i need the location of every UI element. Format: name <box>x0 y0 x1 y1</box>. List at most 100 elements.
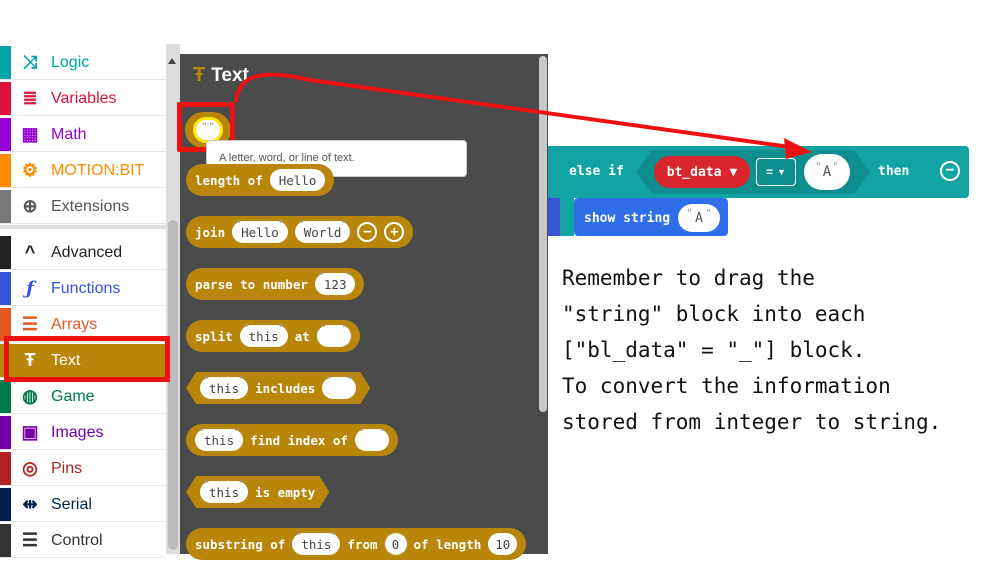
category-logic[interactable]: ⤨ Logic <box>0 46 166 80</box>
remove-input-icon[interactable]: − <box>357 222 378 242</box>
category-functions[interactable]: ƒ Functions <box>0 272 166 306</box>
substring-block[interactable]: substring of " this " from 0 of length 10 <box>186 528 527 560</box>
text-slot[interactable]: " this " <box>239 322 288 347</box>
category-color-bar <box>0 154 11 187</box>
category-label: Variables <box>51 89 117 107</box>
image-icon: ▣ <box>21 422 39 442</box>
length-of-block[interactable]: length of Hello <box>186 164 335 196</box>
block-label: includes <box>255 380 316 396</box>
usb-icon: ⇹ <box>22 494 38 514</box>
category-color-bar <box>0 82 11 115</box>
block-label: join <box>195 224 226 240</box>
block-label: of length <box>413 536 482 552</box>
text-slot[interactable]: " " <box>322 377 356 399</box>
block-label: is empty <box>255 484 316 500</box>
operator-dropdown[interactable]: = ▼ <box>756 158 796 186</box>
sidebar-divider <box>0 225 166 229</box>
calculator-icon: ▦ <box>21 124 39 144</box>
category-motionbit[interactable]: ⚙ MOTION:BIT <box>0 154 166 188</box>
category-label: Math <box>51 125 87 143</box>
block-label: split <box>195 328 233 344</box>
note-line: ["bl_data" = "_"] block. <box>562 338 866 362</box>
category-label: MOTION:BIT <box>51 161 145 179</box>
note-line: To convert the information <box>562 374 891 398</box>
is-empty-block[interactable]: " this " is empty <box>186 476 329 508</box>
operator-label: = <box>766 165 774 179</box>
category-advanced[interactable]: ^ Advanced <box>0 236 166 270</box>
number-slot[interactable]: 10 <box>488 533 518 555</box>
category-color-bar <box>0 190 11 223</box>
text-slot[interactable]: " this " <box>200 377 248 399</box>
category-label: Serial <box>51 495 92 513</box>
category-label: Game <box>51 387 95 405</box>
category-math[interactable]: ▦ Math <box>0 118 166 152</box>
category-color-bar <box>0 488 11 521</box>
parse-to-number-block[interactable]: parse to number " 123 " <box>186 268 365 300</box>
category-label: Logic <box>51 53 90 71</box>
category-label: Advanced <box>51 243 123 261</box>
category-color-bar <box>0 524 11 557</box>
category-control[interactable]: ☰ Control <box>0 524 166 558</box>
category-label: Control <box>51 531 103 549</box>
text-slot[interactable]: " " <box>316 322 351 347</box>
text-slot[interactable]: Hello <box>269 169 326 191</box>
remove-branch-icon[interactable]: − <box>940 161 960 181</box>
then-label: then <box>878 164 910 179</box>
server-icon: ☰ <box>21 530 39 550</box>
text-slot[interactable]: " World " <box>294 218 351 243</box>
gamepad-icon: ◍ <box>22 386 38 406</box>
category-label: Extensions <box>51 197 130 215</box>
text-category-highlight-box <box>4 336 170 382</box>
shuffle-icon: ⤨ <box>22 52 38 72</box>
category-serial[interactable]: ⇹ Serial <box>0 488 166 522</box>
chevron-up-icon: ^ <box>24 242 36 262</box>
note-line: stored from integer to string. <box>562 410 942 434</box>
show-string-label: show string <box>584 211 671 226</box>
show-string-value-slot[interactable]: " A " <box>678 204 720 232</box>
block-label: from <box>347 536 378 552</box>
category-color-bar <box>0 46 11 79</box>
block-label: substring of <box>195 536 286 552</box>
text-slot[interactable]: " this " <box>200 481 248 503</box>
scroll-up-arrow-icon[interactable] <box>168 58 176 64</box>
category-color-bar <box>0 416 11 449</box>
text-slot[interactable]: " this " <box>292 530 341 555</box>
find-index-block[interactable]: " this " find index of " " <box>186 424 398 456</box>
category-game[interactable]: ◍ Game <box>0 380 166 414</box>
text-slot[interactable]: " this " <box>195 426 244 451</box>
number-slot[interactable]: 0 <box>384 533 407 555</box>
note-line: Remember to drag the <box>562 266 815 290</box>
text-slot[interactable]: " 123 " <box>314 270 356 295</box>
category-color-bar <box>0 380 11 413</box>
flyout-scrollbar[interactable] <box>539 56 547 412</box>
category-label: Arrays <box>51 315 98 333</box>
block-label: parse to number <box>195 276 308 292</box>
add-input-icon[interactable]: + <box>384 222 405 242</box>
flyout-title: Ŧ Text <box>193 64 249 87</box>
category-color-bar <box>0 272 11 305</box>
instruction-note: Remember to drag the "string" block into… <box>562 260 992 440</box>
category-pins[interactable]: ◎ Pins <box>0 452 166 486</box>
category-images[interactable]: ▣ Images <box>0 416 166 450</box>
text-icon: Ŧ <box>193 64 206 86</box>
category-color-bar <box>0 236 11 269</box>
variable-dropdown[interactable]: bt_data ▼ <box>654 156 750 188</box>
category-sidebar: ⤨ Logic ≣ Variables ▦ Math ⚙ MOTION:BIT … <box>0 44 166 558</box>
block-label: length of <box>195 172 263 188</box>
gears-icon: ⚙ <box>21 160 39 180</box>
text-slot[interactable]: " " <box>354 426 389 451</box>
category-extensions[interactable]: ⊕ Extensions <box>0 190 166 224</box>
text-slot[interactable]: " Hello " <box>232 218 288 243</box>
category-label: Images <box>51 423 104 441</box>
sidebar-scrollbar-thumb[interactable] <box>168 220 178 550</box>
note-line: "string" block into each <box>562 302 866 326</box>
includes-block[interactable]: " this " includes " " <box>186 372 370 404</box>
join-block[interactable]: join " Hello " " World " − + <box>186 216 414 248</box>
split-block[interactable]: split " this " at " " <box>186 320 360 352</box>
list-lines-icon: ≣ <box>22 88 38 108</box>
category-variables[interactable]: ≣ Variables <box>0 82 166 116</box>
else-if-label: else if <box>569 164 624 179</box>
compare-value-slot[interactable]: " A " <box>804 154 850 190</box>
dropdown-arrow-icon: ▼ <box>777 167 786 177</box>
function-icon: ƒ <box>26 278 34 299</box>
